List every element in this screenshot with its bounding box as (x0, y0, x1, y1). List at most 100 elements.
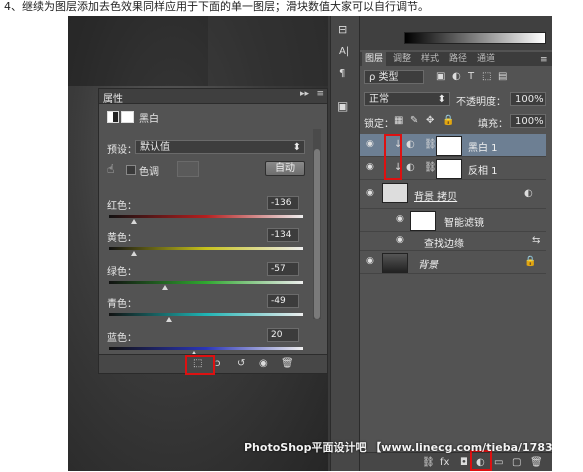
visibility-eye-icon[interactable]: ◉ (366, 189, 376, 198)
layer-mask-thumbnail[interactable] (436, 136, 462, 156)
slider-track[interactable] (109, 281, 303, 284)
pixel-filter-icon[interactable]: ▣ (436, 71, 445, 83)
trash-icon[interactable]: 🗑 (281, 358, 294, 370)
layers-menu-icon[interactable]: ≡ (540, 54, 548, 66)
panel-menu-icon[interactable]: ≡ (316, 89, 324, 99)
layer-mask-thumbnail[interactable] (436, 159, 462, 179)
watermark: PhotoShop平面设计吧 【www.linecg.com/tieba/178… (244, 441, 552, 454)
adjustment-type-icon (107, 111, 119, 123)
preset-select[interactable]: 默认值 ⬍ (135, 140, 305, 154)
layer-name[interactable]: 背景 (418, 256, 438, 271)
new-layer-icon[interactable]: ▢ (512, 457, 521, 469)
visibility-eye-icon[interactable]: ◉ (396, 215, 406, 224)
layer-name[interactable]: 反相 1 (468, 162, 498, 177)
slider-thumb[interactable] (166, 317, 173, 322)
properties-scroll-thumb[interactable] (314, 149, 320, 319)
slider-track[interactable] (109, 247, 303, 250)
visibility-eye-icon[interactable]: ◉ (259, 358, 268, 370)
add-mask-icon[interactable]: ◘ (460, 457, 468, 469)
blend-mode-select[interactable]: 正常 ⬍ (364, 92, 450, 106)
collapse-arrows-icon[interactable]: ▸▸ (300, 89, 309, 99)
layer-thumbnail[interactable] (382, 183, 408, 203)
slider-thumb[interactable] (162, 285, 169, 290)
tab-channels[interactable]: 通道 (474, 52, 498, 66)
lock-transparent-icon[interactable]: ▦ (394, 115, 403, 127)
layer-name[interactable]: 黑白 1 (468, 139, 498, 154)
adjustment-layer-icon: ◐ (406, 139, 415, 150)
tint-color-swatch[interactable] (177, 161, 199, 177)
slider-label: 黄色： (107, 233, 137, 244)
gradient-swatch[interactable] (404, 32, 546, 44)
slider-thumb[interactable] (131, 219, 138, 224)
chevron-down-icon: ⬍ (292, 142, 301, 153)
character-panel-icon[interactable]: A| (339, 46, 349, 58)
layers-panel: 图层 调整 样式 路径 通道 ≡ ρ 类型 ▣ ◐ T ⬚ ▤ 正常 ⬍ 不透明… (360, 16, 552, 471)
tab-layers[interactable]: 图层 (362, 52, 387, 66)
shape-filter-icon[interactable]: ⬚ (482, 71, 491, 83)
opacity-input[interactable]: 100% (510, 92, 546, 106)
tab-adjustments[interactable]: 调整 (390, 52, 414, 66)
lock-icon: 🔒 (524, 256, 537, 267)
character-tool-icon[interactable]: ⊟ (338, 24, 347, 36)
auto-button[interactable]: 自动 (265, 161, 305, 176)
lock-all-icon[interactable]: 🔒 (442, 115, 454, 127)
slider-value-input[interactable]: -136 (267, 196, 299, 210)
highlight-clip-button (185, 355, 215, 375)
layer-name[interactable]: 背景 拷贝 (414, 188, 457, 203)
slider-value-input[interactable]: -134 (267, 228, 299, 242)
link-icon[interactable]: ⛓ (424, 162, 437, 174)
fill-input[interactable]: 100% (510, 114, 546, 128)
trash-icon[interactable]: 🗑 (530, 457, 543, 469)
slider-label: 青色： (107, 299, 137, 310)
mask-icon[interactable] (121, 111, 134, 123)
layer-name[interactable]: 智能滤镜 (444, 214, 484, 229)
slider-value-input[interactable]: 20 (267, 328, 299, 342)
preset-value: 默认值 (140, 142, 170, 153)
view-previous-icon[interactable]: ↄ (215, 358, 221, 370)
opacity-label: 不透明度： (456, 97, 506, 108)
fill-value: 100% (515, 116, 544, 127)
layer-name[interactable]: 查找边缘 (424, 235, 464, 250)
link-icon[interactable]: ⛓ (424, 139, 437, 151)
smart-object-filter-icon[interactable]: ▤ (498, 71, 507, 83)
slider-track[interactable] (109, 215, 303, 218)
layer-row-bg-copy[interactable]: ◉ 背景 拷贝 ◐ (360, 180, 546, 209)
opacity-value: 100% (515, 94, 544, 105)
filter-mask-thumbnail[interactable] (410, 211, 436, 231)
kind-filter-select[interactable]: ρ 类型 (364, 70, 424, 84)
lock-move-icon[interactable]: ✥ (426, 115, 434, 127)
link-layers-icon[interactable]: ⛓ (422, 457, 435, 469)
layer-row-background[interactable]: ◉ 背景 🔒 (360, 251, 546, 274)
tint-checkbox[interactable] (126, 165, 136, 175)
visibility-eye-icon[interactable]: ◉ (366, 257, 376, 266)
new-group-icon[interactable]: ▭ (494, 457, 503, 469)
adjustment-layer-icon: ◐ (406, 162, 415, 173)
hand-target-icon[interactable]: ☝ (107, 163, 114, 175)
slider-thumb[interactable] (131, 251, 138, 256)
fx-icon[interactable]: fx (440, 457, 449, 469)
canvas-dark-region (68, 16, 208, 86)
slider-track[interactable] (109, 313, 303, 316)
visibility-eye-icon[interactable]: ◉ (366, 140, 376, 149)
lock-paint-icon[interactable]: ✎ (410, 115, 418, 127)
type-filter-icon[interactable]: T (468, 71, 474, 83)
layer-thumbnail[interactable] (382, 253, 408, 273)
paragraph-panel-icon[interactable]: ¶ (339, 68, 345, 80)
slider-value-input[interactable]: -49 (267, 294, 299, 308)
reset-icon[interactable]: ↺ (237, 358, 245, 370)
chevron-down-icon: ⬍ (437, 94, 446, 105)
panel-tool-strip: ⊟ A| ¶ ▣ (330, 16, 360, 471)
adjustment-filter-icon[interactable]: ◐ (452, 71, 461, 83)
blend-mode-value: 正常 (369, 94, 389, 105)
tab-styles[interactable]: 样式 (418, 52, 442, 66)
layer-row-find-edges[interactable]: ◉ 查找边缘 ⇆ (360, 232, 546, 251)
visibility-eye-icon[interactable]: ◉ (366, 163, 376, 172)
filter-options-icon[interactable]: ⇆ (532, 235, 540, 247)
tab-paths[interactable]: 路径 (446, 52, 470, 66)
slider-track[interactable] (109, 347, 303, 350)
properties-panel-icon[interactable]: ▣ (337, 100, 348, 112)
layer-row-smart-filters[interactable]: ◉ 智能滤镜 (360, 209, 546, 232)
visibility-eye-icon[interactable]: ◉ (396, 236, 406, 245)
slider-value-input[interactable]: -57 (267, 262, 299, 276)
fill-label: 填充： (478, 119, 508, 130)
